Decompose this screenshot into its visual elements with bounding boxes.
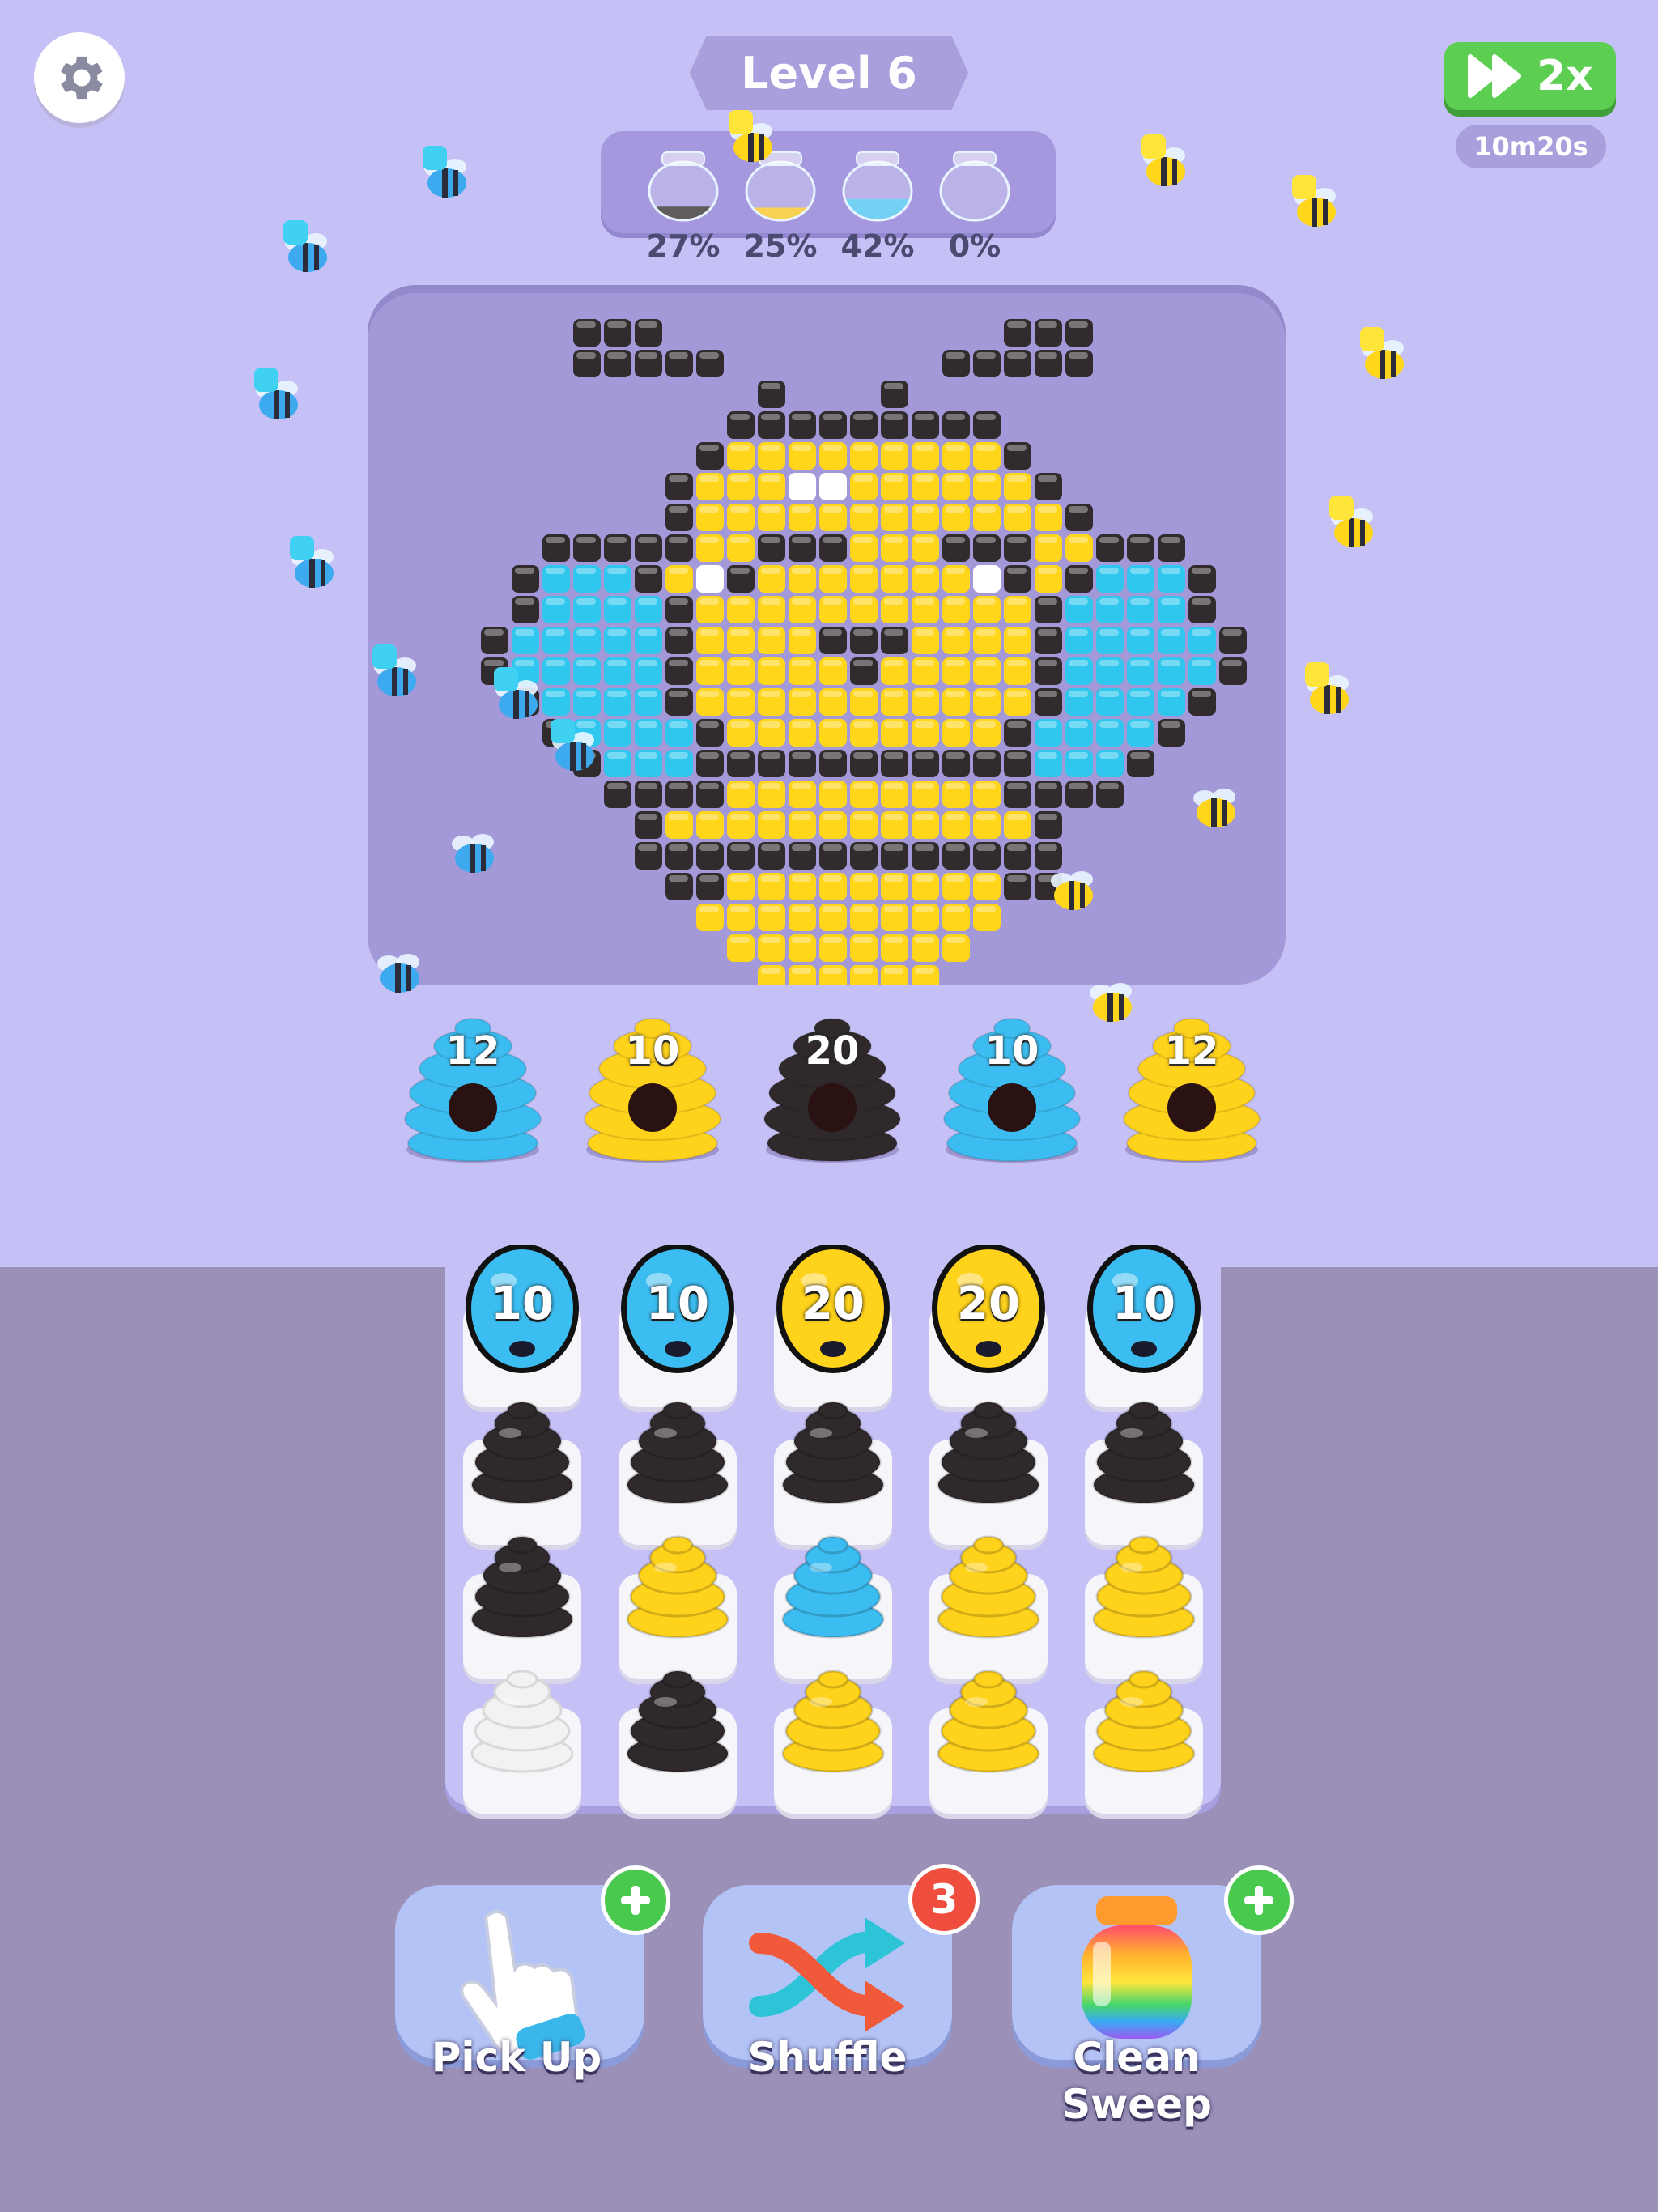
swirl-hive-black[interactable] xyxy=(1085,1383,1203,1512)
swirl-hive-yellow[interactable] xyxy=(929,1652,1048,1781)
flying-bee-icon xyxy=(1329,496,1373,547)
flying-bee-icon xyxy=(1305,662,1349,714)
flying-bee-icon xyxy=(377,954,419,993)
flying-bee-icon xyxy=(494,667,538,719)
egg-count: 10 xyxy=(491,1278,554,1330)
egg-count: 20 xyxy=(801,1278,865,1330)
swirl-hive-yellow[interactable] xyxy=(619,1517,737,1647)
swirl-hive-blue[interactable] xyxy=(774,1517,892,1647)
flying-bee-icon xyxy=(1051,871,1093,910)
hive-count: 10 xyxy=(984,1028,1039,1074)
clean-sweep-add-badge[interactable] xyxy=(1224,1865,1294,1935)
flying-bee-icon xyxy=(1360,327,1404,379)
flying-bee-icon xyxy=(290,536,334,588)
flying-bee-icon xyxy=(1193,789,1235,827)
shuffle-count-badge: 3 xyxy=(908,1864,980,1935)
swirl-hive-yellow[interactable] xyxy=(774,1652,892,1781)
flying-bee-icon xyxy=(423,146,466,198)
hive-count: 12 xyxy=(445,1028,500,1074)
pick-up-label: Pick Up xyxy=(431,2034,602,2081)
swirl-hive-black[interactable] xyxy=(929,1383,1048,1512)
hive-count: 12 xyxy=(1164,1028,1219,1074)
flying-bee-icon xyxy=(551,719,594,771)
swirl-hive-black[interactable] xyxy=(619,1652,737,1781)
swirl-hive-yellow[interactable] xyxy=(929,1517,1048,1647)
swirl-hive-white[interactable] xyxy=(463,1652,581,1781)
flying-bee-icon xyxy=(452,834,494,873)
hive-count: 20 xyxy=(805,1028,860,1074)
egg-count: 10 xyxy=(646,1278,709,1330)
flying-bee-icon xyxy=(283,220,327,272)
shuffle-label: Shuffle xyxy=(747,2034,908,2081)
clean-sweep-label: Clean Sweep xyxy=(1061,2034,1212,2128)
plus-icon xyxy=(621,1886,650,1915)
swirl-hive-black[interactable] xyxy=(463,1517,581,1647)
flying-bee-icon xyxy=(1141,134,1185,186)
hive-count: 10 xyxy=(625,1028,680,1074)
egg-count: 10 xyxy=(1112,1278,1175,1330)
flying-bee-icon xyxy=(372,644,416,696)
swirl-hive-yellow[interactable] xyxy=(1085,1652,1203,1781)
flying-bee-icon xyxy=(1292,175,1336,227)
swirl-hive-black[interactable] xyxy=(463,1383,581,1512)
flying-bee-icon xyxy=(254,368,298,419)
swirl-hive-black[interactable] xyxy=(619,1383,737,1512)
pick-up-add-badge[interactable] xyxy=(601,1865,670,1935)
plus-icon xyxy=(1244,1886,1273,1915)
flying-bee-icon xyxy=(729,110,772,162)
swirl-hive-yellow[interactable] xyxy=(1085,1517,1203,1647)
egg-count: 20 xyxy=(957,1278,1020,1330)
swirl-hive-black[interactable] xyxy=(774,1383,892,1512)
